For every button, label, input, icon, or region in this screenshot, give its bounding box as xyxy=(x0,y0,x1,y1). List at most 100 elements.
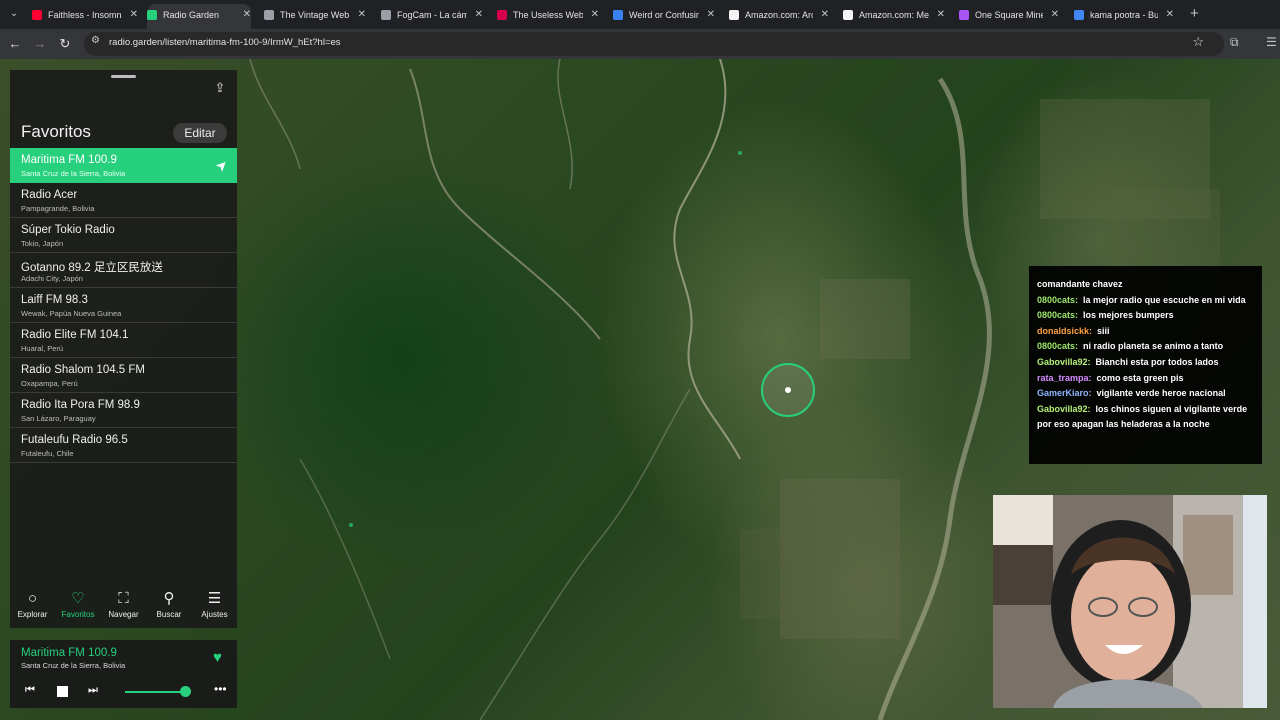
next-icon[interactable]: ⏭ xyxy=(88,684,98,697)
stop-icon[interactable] xyxy=(57,686,68,697)
station-item[interactable]: Gotanno 89.2 足立区民放送 Adachi City, Japón xyxy=(10,253,237,288)
station-name: Súper Tokio Radio xyxy=(21,224,115,236)
browser-tab[interactable]: Amazon.com: Arcade ✕ xyxy=(729,4,829,26)
tab-favicon-icon xyxy=(32,10,42,20)
tab-close-icon[interactable]: ✕ xyxy=(937,4,945,26)
station-item[interactable]: Radio Shalom 104.5 FM Oxapampa, Perú xyxy=(10,358,237,393)
tab-title: kama pootra - Buscar xyxy=(1090,10,1158,20)
favorites-panel: ⇪ Favoritos Editar Maritima FM 100.9 Sant… xyxy=(10,70,237,628)
chat-message: 0800cats: la mejor radio que escuche en m… xyxy=(1037,293,1254,309)
chat-message: Gabovilla92: los chinos siguen al vigilan… xyxy=(1037,402,1254,433)
more-options-icon[interactable]: ••• xyxy=(214,682,227,696)
address-bar[interactable]: ⚙ radio.garden/listen/maritima-fm-100-9/… xyxy=(84,32,1224,56)
webcam-image xyxy=(993,495,1267,708)
chat-message: comandante chavez xyxy=(1037,277,1254,293)
new-tab-button[interactable]: + xyxy=(1190,4,1199,24)
previous-icon[interactable]: ⏮ xyxy=(25,684,35,697)
browser-tab[interactable]: Amazon.com: Men ✕ xyxy=(843,4,945,26)
tab-favicon-icon xyxy=(843,10,853,20)
chat-text: los mejores bumpers xyxy=(1083,310,1174,321)
browser-tab[interactable]: FogCam - La cámara ✕ xyxy=(381,4,483,26)
site-info-icon[interactable]: ⚙ xyxy=(91,35,100,46)
chat-message: 0800cats: los mejores bumpers xyxy=(1037,308,1254,324)
tab-title: Weird or Confusing xyxy=(629,10,699,20)
locate-arrow-icon[interactable]: ➤ xyxy=(212,155,232,175)
station-location: Adachi City, Japón xyxy=(21,274,83,283)
tab-title: One Square Minesweeper xyxy=(975,10,1043,20)
now-playing-station[interactable]: Maritima FM 100.9 xyxy=(21,647,117,659)
extensions-icon[interactable]: ⧉ xyxy=(1230,35,1239,50)
chat-text: vigilante verde heroe nacional xyxy=(1096,388,1226,399)
tab-title: Amazon.com: Men xyxy=(859,10,929,20)
tab-close-icon[interactable]: ✕ xyxy=(821,4,829,26)
tab-close-icon[interactable]: ✕ xyxy=(243,4,251,26)
station-item[interactable]: Futaleufu Radio 96.5 Futaleufu, Chile xyxy=(10,428,237,463)
browser-tab-strip: ⌄ Faithless - Insomnia ✕ Radio Garden ✕ The … xyxy=(0,0,1280,29)
tab-close-icon[interactable]: ✕ xyxy=(130,4,138,26)
nav-favoritos[interactable]: ♡ Favoritos xyxy=(56,588,101,628)
url-text[interactable]: radio.garden/listen/maritima-fm-100-9/Ir… xyxy=(109,37,341,48)
station-item[interactable]: Súper Tokio Radio Tokio, Japón xyxy=(10,218,237,253)
tab-close-icon[interactable]: ✕ xyxy=(1051,4,1059,26)
now-playing-bar: Maritima FM 100.9 Santa Cruz de la Sierr… xyxy=(10,640,237,708)
browser-tab[interactable]: One Square Minesweeper ✕ xyxy=(959,4,1059,26)
station-location: Santa Cruz de la Sierra, Bolivia xyxy=(21,169,126,178)
station-item[interactable]: Radio Ita Pora FM 98.9 San Lázaro, Paragu… xyxy=(10,393,237,428)
forward-icon[interactable]: → xyxy=(32,35,48,53)
browser-tab[interactable]: The Useless Web ✕ xyxy=(497,4,599,26)
tab-favicon-icon xyxy=(497,10,507,20)
station-location: Oxapampa, Perú xyxy=(21,379,78,388)
chat-username: Gabovilla92: xyxy=(1037,403,1091,414)
nav-buscar[interactable]: ⚲ Buscar xyxy=(147,588,192,628)
nav-label: Favoritos xyxy=(61,610,95,619)
back-icon[interactable]: ← xyxy=(7,35,23,53)
volume-handle[interactable] xyxy=(179,686,191,697)
tab-close-icon[interactable]: ✕ xyxy=(1166,4,1174,26)
nav-ajustes[interactable]: ☰ Ajustes xyxy=(192,588,237,628)
tab-search-button[interactable]: ⌄ xyxy=(6,5,22,23)
chat-text: como esta green pis xyxy=(1096,372,1184,383)
chat-username: GamerKiaro: xyxy=(1037,388,1092,399)
browser-tab[interactable]: Faithless - Insomnia ✕ xyxy=(32,4,138,26)
station-list: Maritima FM 100.9 Santa Cruz de la Sierra… xyxy=(10,148,237,463)
favorite-heart-icon[interactable]: ♥ xyxy=(213,649,222,666)
tab-title: The Vintage Web xyxy=(280,10,350,20)
nav-explorar[interactable]: ○ Explorar xyxy=(10,588,55,628)
selected-station-dot[interactable] xyxy=(785,387,791,393)
now-playing-location: Santa Cruz de la Sierra, Bolivia xyxy=(21,661,126,670)
station-location: Huaral, Perú xyxy=(21,344,64,353)
panel-drag-handle[interactable] xyxy=(111,75,136,78)
station-location: Tokio, Japón xyxy=(21,239,64,248)
search-icon: ⚲ xyxy=(163,590,175,607)
chat-message: donaldsickk: siii xyxy=(1037,324,1254,340)
tab-favicon-icon xyxy=(959,10,969,20)
webcam-overlay xyxy=(993,495,1267,708)
station-item[interactable]: Radio Acer Pampagrande, Bolivia xyxy=(10,183,237,218)
station-dot[interactable] xyxy=(349,523,353,527)
station-item[interactable]: Maritima FM 100.9 Santa Cruz de la Sierra… xyxy=(10,148,237,183)
tab-close-icon[interactable]: ✕ xyxy=(707,4,715,26)
nav-navegar[interactable]: ⛶ Navegar xyxy=(101,588,146,628)
chat-text: ni radio planeta se animo a tanto xyxy=(1083,341,1224,352)
tab-favicon-icon xyxy=(147,10,157,20)
station-dot[interactable] xyxy=(738,151,742,155)
tab-close-icon[interactable]: ✕ xyxy=(591,4,599,26)
reload-icon[interactable]: ↻ xyxy=(57,35,73,53)
share-icon[interactable]: ⇪ xyxy=(213,80,227,96)
volume-slider[interactable] xyxy=(125,691,187,693)
station-location: Wewak, Papúa Nueva Guinea xyxy=(21,309,122,318)
tab-favicon-icon xyxy=(1074,10,1084,20)
bookmark-star-icon[interactable]: ☆ xyxy=(1192,34,1204,50)
browser-tab[interactable]: Weird or Confusing ✕ xyxy=(613,4,715,26)
station-item[interactable]: Laiff FM 98.3 Wewak, Papúa Nueva Guinea xyxy=(10,288,237,323)
browser-menu-icon[interactable]: ☰ xyxy=(1266,35,1277,49)
chat-username: donaldsickk: xyxy=(1037,325,1093,336)
browser-tab[interactable]: kama pootra - Buscar ✕ xyxy=(1074,4,1174,26)
tab-close-icon[interactable]: ✕ xyxy=(475,4,483,26)
tab-close-icon[interactable]: ✕ xyxy=(358,4,366,26)
tab-favicon-icon xyxy=(613,10,623,20)
browser-tab[interactable]: Radio Garden ✕ xyxy=(147,4,251,29)
station-item[interactable]: Radio Elite FM 104.1 Huaral, Perú xyxy=(10,323,237,358)
browser-tab[interactable]: The Vintage Web ✕ xyxy=(264,4,366,26)
edit-button[interactable]: Editar xyxy=(173,123,227,143)
